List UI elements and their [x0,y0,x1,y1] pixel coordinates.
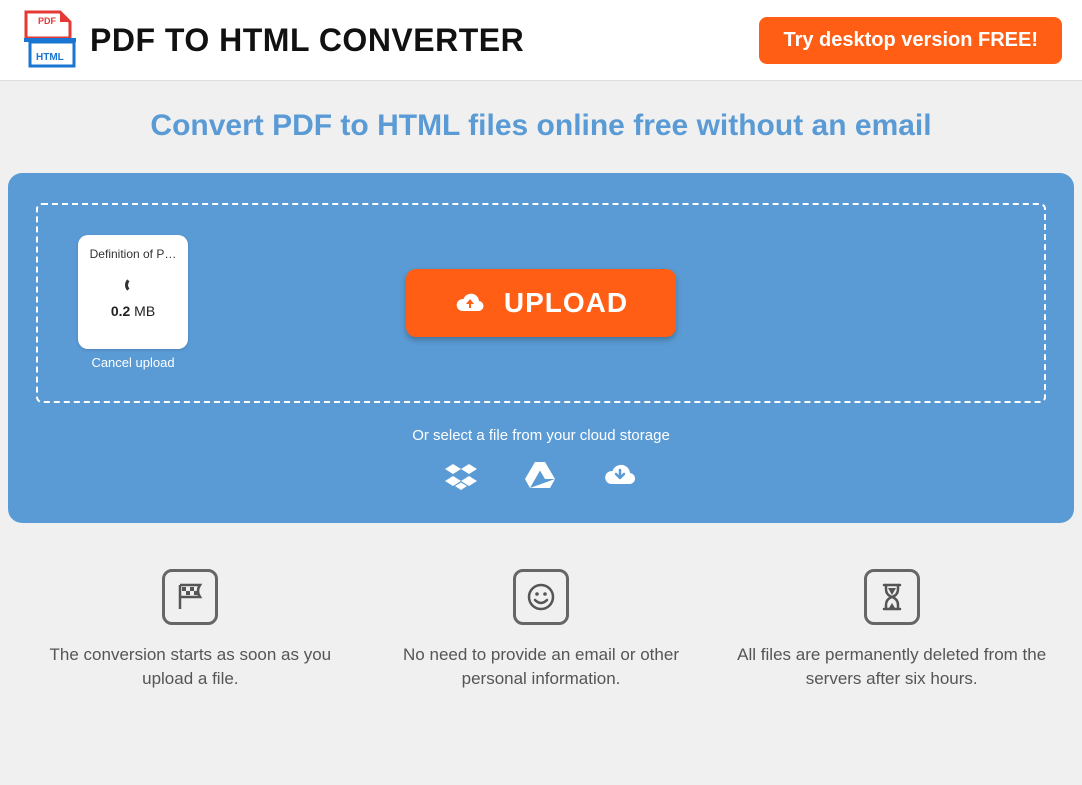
google-drive-icon[interactable] [525,462,555,495]
cloud-storage-text: Or select a file from your cloud storage [36,427,1046,444]
header-left: PDF HTML PDF TO HTML CONVERTER [20,10,524,70]
svg-text:HTML: HTML [36,52,64,63]
file-card: Definition of P… 0.2 MB [78,235,188,349]
smiley-icon [513,569,569,625]
upload-button[interactable]: UPLOAD [406,269,676,337]
header: PDF HTML PDF TO HTML CONVERTER Try deskt… [0,0,1082,81]
cloud-icons [36,462,1046,495]
cloud-download-icon[interactable] [603,462,637,495]
features-row: The conversion starts as soon as you upl… [0,533,1082,731]
feature-noemail: No need to provide an email or other per… [381,569,702,691]
app-logo-icon: PDF HTML [20,10,80,70]
cloud-upload-icon [454,289,486,317]
try-desktop-button[interactable]: Try desktop version FREE! [759,17,1062,64]
file-name: Definition of P… [86,247,180,261]
dropzone[interactable]: Definition of P… 0.2 MB Cancel upload UP… [36,203,1046,403]
file-size: 0.2 MB [86,303,180,319]
page-subtitle: Convert PDF to HTML files online free wi… [0,81,1082,163]
feature-text: All files are permanently deleted from t… [731,643,1052,691]
app-title: PDF TO HTML CONVERTER [90,22,524,59]
feature-delete: All files are permanently deleted from t… [731,569,1052,691]
upload-button-label: UPLOAD [504,287,628,319]
feature-text: No need to provide an email or other per… [381,643,702,691]
hourglass-icon [864,569,920,625]
dropbox-icon[interactable] [445,462,477,495]
flag-icon [162,569,218,625]
feature-text: The conversion starts as soon as you upl… [30,643,351,691]
upload-panel: Definition of P… 0.2 MB Cancel upload UP… [8,173,1074,523]
feature-instant: The conversion starts as soon as you upl… [30,569,351,691]
cancel-upload-link[interactable]: Cancel upload [78,355,188,370]
svg-text:PDF: PDF [38,16,57,26]
spinner-icon [125,277,141,293]
file-item: Definition of P… 0.2 MB Cancel upload [78,235,188,370]
